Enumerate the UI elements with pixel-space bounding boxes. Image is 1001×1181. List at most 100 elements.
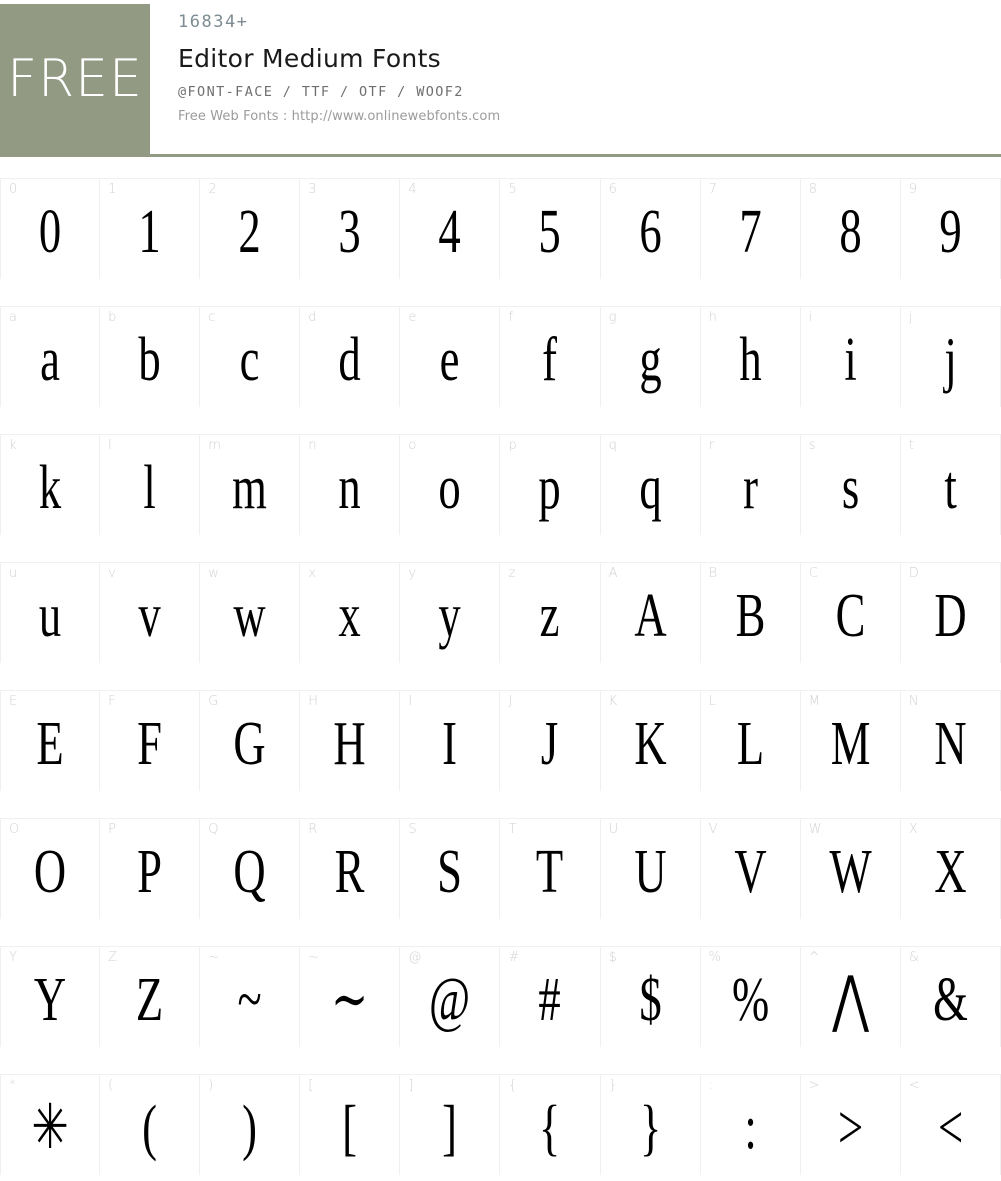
glyph-cell[interactable]: :: [700,1075,801,1175]
glyph-cell[interactable]: TT [500,819,601,919]
glyph-cell[interactable]: EE [0,691,101,791]
glyph-cell[interactable]: pp [500,435,601,535]
glyph-cell[interactable]: %% [700,947,801,1047]
glyph-cell[interactable]: [[ [300,1075,401,1175]
glyph-cell[interactable]: ww [200,563,301,663]
glyph-cell-character: 1 [138,198,161,266]
glyph-cell-character: W [829,838,872,906]
glyph-cell[interactable]: @ @ [400,947,501,1047]
glyph-cell[interactable]: HH [300,691,401,791]
glyph-cell[interactable]: SS [400,819,501,919]
glyph-cell[interactable]: {{ [500,1075,601,1175]
glyph-cell[interactable]: 11 [100,179,201,279]
glyph-row: Y Y Z Z ~ ~ ~ ∼ @ @ # # $ $%% ^ ⋀ & & [0,946,1001,1047]
glyph-cell[interactable]: 88 [800,179,901,279]
glyph-cell-character: e [440,326,460,394]
glyph-cell[interactable]: ]] [400,1075,501,1175]
glyph-cell[interactable]: zz [500,563,601,663]
glyph-cell-character: ✳ [31,1094,69,1162]
glyph-cell[interactable]: NN [900,691,1001,791]
glyph-cell[interactable]: FF [100,691,201,791]
glyph-cell[interactable]: jj [900,307,1001,407]
glyph-cell[interactable]: VV [700,819,801,919]
glyph-cell[interactable]: & & [900,947,1001,1047]
glyph-cell[interactable]: ZZ [100,947,201,1047]
glyph-cell[interactable]: UU [600,819,701,919]
glyph-cell[interactable]: kk [0,435,101,535]
glyph-cell[interactable]: 22 [200,179,301,279]
glyph-cell[interactable]: AA [600,563,701,663]
font-count: 16834+ [178,12,249,32]
glyph-cell-character: ~ [237,966,262,1034]
glyph-cell[interactable]: }} [600,1075,701,1175]
glyph-cell[interactable]: * ✳ [0,1075,101,1175]
glyph-cell-label: t [908,438,914,453]
glyph-cell[interactable]: 00 [0,179,101,279]
glyph-cell[interactable]: 99 [900,179,1001,279]
glyph-cell[interactable]: ll [100,435,201,535]
glyph-cell[interactable]: 77 [700,179,801,279]
glyph-cell[interactable]: aa [0,307,101,407]
glyph-cell[interactable]: JJ [500,691,601,791]
glyph-cell[interactable]: YY [0,947,101,1047]
glyph-cell[interactable]: PP [100,819,201,919]
glyph-cell[interactable]: XX [900,819,1001,919]
glyph-cell[interactable]: mm [200,435,301,535]
glyph-cell[interactable]: 33 [300,179,401,279]
glyph-cell[interactable]: BB [700,563,801,663]
glyph-cell[interactable]: tt [900,435,1001,535]
glyph-cell[interactable]: ^ ⋀ [800,947,901,1047]
glyph-cell[interactable]: WW [800,819,901,919]
glyph-cell-character: ( [142,1094,158,1162]
glyph-cell[interactable]: RR [300,819,401,919]
glyph-cell-character: q [638,454,662,522]
glyph-cell[interactable]: $ $ [600,947,701,1047]
glyph-cell[interactable]: cc [200,307,301,407]
glyph-cell[interactable]: CC [800,563,901,663]
glyph-cell[interactable]: rr [700,435,801,535]
glyph-cell[interactable]: yy [400,563,501,663]
glyph-cell[interactable]: QQ [200,819,301,919]
glyph-cell[interactable]: 44 [400,179,501,279]
glyph-cell[interactable]: ee [400,307,501,407]
glyph-cell[interactable]: ss [800,435,901,535]
glyph-cell[interactable]: ~ ~ [200,947,301,1047]
glyph-cell[interactable]: ii [800,307,901,407]
glyph-cell[interactable]: ff [500,307,601,407]
glyph-cell[interactable]: (( [100,1075,201,1175]
glyph-cell[interactable]: > > [800,1075,901,1175]
glyph-cell[interactable]: dd [300,307,401,407]
glyph-cell[interactable]: )) [200,1075,301,1175]
glyph-cell-character: L [736,710,764,778]
glyph-cell[interactable]: nn [300,435,401,535]
glyph-cell-character: G [233,710,266,778]
glyph-cell[interactable]: MM [800,691,901,791]
glyph-cell[interactable]: oo [400,435,501,535]
glyph-cell[interactable]: # # [500,947,601,1047]
glyph-cell-character: h [739,326,762,394]
glyph-cell[interactable]: GG [200,691,301,791]
glyph-cell-character: T [536,838,564,906]
glyph-cell[interactable]: gg [600,307,701,407]
glyph-cell[interactable]: DD [900,563,1001,663]
glyph-cell[interactable]: ~ ∼ [300,947,401,1047]
font-source-link[interactable]: Free Web Fonts : http://www.onlinewebfon… [178,110,1001,123]
glyph-cell[interactable]: vv [100,563,201,663]
glyph-cell[interactable]: < < [900,1075,1001,1175]
glyph-cell[interactable]: OO [0,819,101,919]
glyph-cell-label: i [808,310,813,325]
glyph-row: uuvvwwxxyyzzAABBCCDD [0,562,1001,663]
glyph-cell-character: c [239,326,260,394]
glyph-cell[interactable]: bb [100,307,201,407]
glyph-cell-character: V [734,838,767,906]
glyph-cell[interactable]: hh [700,307,801,407]
glyph-cell[interactable]: 55 [500,179,601,279]
glyph-cell[interactable]: uu [0,563,101,663]
glyph-cell[interactable]: qq [600,435,701,535]
glyph-cell[interactable]: II [400,691,501,791]
glyph-cell[interactable]: KK [600,691,701,791]
glyph-cell[interactable]: 66 [600,179,701,279]
glyph-cell[interactable]: LL [700,691,801,791]
glyph-cell-character: O [33,838,67,906]
glyph-cell[interactable]: xx [300,563,401,663]
